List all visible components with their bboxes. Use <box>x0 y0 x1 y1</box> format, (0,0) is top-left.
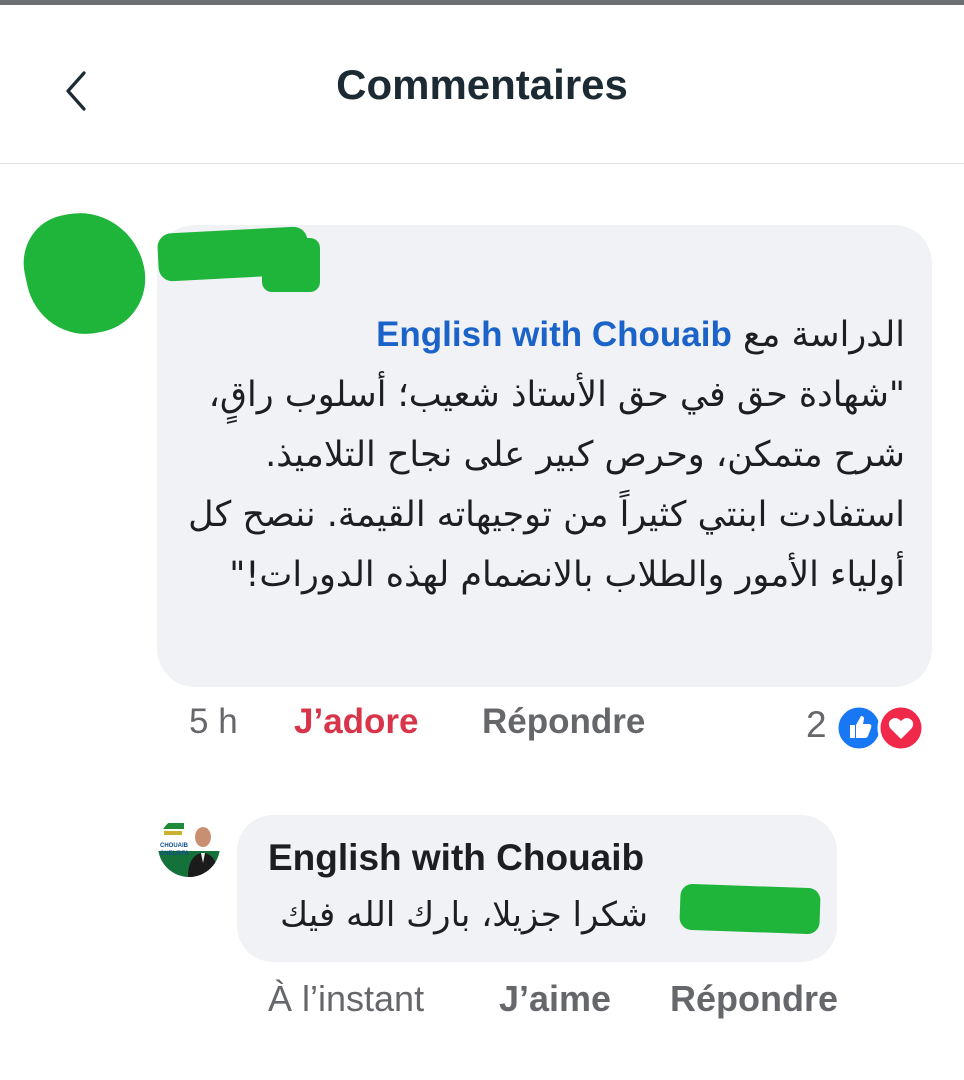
reply-button[interactable]: Répondre <box>670 978 838 1020</box>
avatar[interactable] <box>14 201 156 345</box>
redaction-mark <box>262 238 320 292</box>
reaction-count[interactable]: 2 <box>806 704 827 746</box>
like-icon <box>835 704 883 752</box>
comment-intro-text: الدراسة مع <box>743 315 905 355</box>
reaction-summary[interactable] <box>835 704 931 752</box>
svg-text:CHOUAIB: CHOUAIB <box>160 843 189 849</box>
svg-text:CHEURFA: CHEURFA <box>160 851 190 857</box>
like-button[interactable]: J’aime <box>499 978 611 1020</box>
comment-timestamp: 5 h <box>189 702 238 741</box>
reply-button[interactable]: Répondre <box>482 702 645 752</box>
page-title: Commentaires <box>336 61 628 108</box>
mention-link[interactable]: English with Chouaib <box>376 315 732 354</box>
comment-body-text: "شهادة حق في حق الأستاذ شعيب؛ أسلوب راقٍ… <box>188 375 905 595</box>
header-bar: Commentaires <box>0 5 964 164</box>
comment-text: الدراسة مع English with Chouaib "شهادة ح… <box>185 305 905 605</box>
comment-author[interactable]: English with Chouaib <box>268 837 644 879</box>
reaction-button[interactable]: J’adore <box>294 702 419 752</box>
page-avatar[interactable]: CHOUAIB CHEURFA <box>158 815 220 877</box>
comment-timestamp: À l’instant <box>268 978 425 1019</box>
redaction-mark <box>679 883 821 935</box>
love-icon <box>877 704 925 752</box>
comment-text: شكرا جزيلا، بارك الله فيك <box>280 895 648 935</box>
